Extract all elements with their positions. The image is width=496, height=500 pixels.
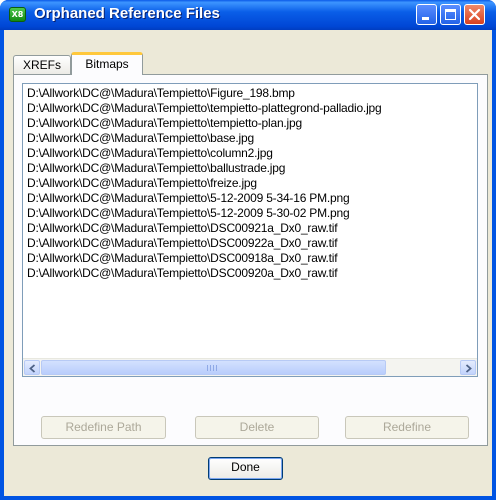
scroll-right-button[interactable]	[460, 360, 476, 375]
list-item[interactable]: D:\Allwork\DC@\Madura\Tempietto\5-12-200…	[23, 206, 477, 221]
window-title: Orphaned Reference Files	[34, 5, 220, 22]
list-item[interactable]: D:\Allwork\DC@\Madura\Tempietto\freize.j…	[23, 176, 477, 191]
list-item[interactable]: D:\Allwork\DC@\Madura\Tempietto\DSC00921…	[23, 221, 477, 236]
list-item[interactable]: D:\Allwork\DC@\Madura\Tempietto\DSC00920…	[23, 266, 477, 281]
maximize-icon	[445, 9, 456, 20]
close-icon	[468, 8, 481, 21]
redefine-button[interactable]: Redefine	[345, 416, 469, 439]
chevron-right-icon	[465, 364, 472, 373]
list-item[interactable]: D:\Allwork\DC@\Madura\Tempietto\tempiett…	[23, 116, 477, 131]
done-button[interactable]: Done	[208, 457, 283, 480]
list-items: D:\Allwork\DC@\Madura\Tempietto\Figure_1…	[23, 86, 477, 281]
redefine-path-button[interactable]: Redefine Path	[41, 416, 166, 439]
list-item[interactable]: D:\Allwork\DC@\Madura\Tempietto\column2.…	[23, 146, 477, 161]
tab-xrefs[interactable]: XREFs	[13, 55, 71, 74]
title-bar[interactable]: X8 Orphaned Reference Files	[0, 0, 496, 30]
horizontal-scrollbar[interactable]	[23, 358, 477, 376]
list-item[interactable]: D:\Allwork\DC@\Madura\Tempietto\DSC00922…	[23, 236, 477, 251]
minimize-button[interactable]	[416, 4, 437, 25]
tab-bitmaps[interactable]: Bitmaps	[71, 52, 143, 75]
list-item[interactable]: D:\Allwork\DC@\Madura\Tempietto\DSC00918…	[23, 251, 477, 266]
list-item[interactable]: D:\Allwork\DC@\Madura\Tempietto\5-12-200…	[23, 191, 477, 206]
chevron-left-icon	[29, 364, 36, 373]
list-item[interactable]: D:\Allwork\DC@\Madura\Tempietto\ballustr…	[23, 161, 477, 176]
scroll-left-button[interactable]	[24, 360, 40, 375]
dialog-window: X8 Orphaned Reference Files XREFs Bitmap…	[0, 0, 496, 500]
list-item[interactable]: D:\Allwork\DC@\Madura\Tempietto\tempiett…	[23, 101, 477, 116]
tab-panel-bitmaps: D:\Allwork\DC@\Madura\Tempietto\Figure_1…	[13, 74, 488, 446]
app-icon: X8	[9, 7, 26, 22]
dialog-body: XREFs Bitmaps D:\Allwork\DC@\Madura\Temp…	[4, 30, 492, 496]
minimize-icon	[422, 17, 429, 20]
list-item[interactable]: D:\Allwork\DC@\Madura\Tempietto\Figure_1…	[23, 86, 477, 101]
orphaned-files-list[interactable]: D:\Allwork\DC@\Madura\Tempietto\Figure_1…	[22, 83, 478, 377]
scrollbar-thumb[interactable]	[41, 360, 386, 375]
list-item[interactable]: D:\Allwork\DC@\Madura\Tempietto\base.jpg	[23, 131, 477, 146]
close-button[interactable]	[464, 4, 485, 25]
maximize-button[interactable]	[440, 4, 461, 25]
scrollbar-grip-icon	[207, 365, 219, 371]
delete-button[interactable]: Delete	[195, 416, 319, 439]
